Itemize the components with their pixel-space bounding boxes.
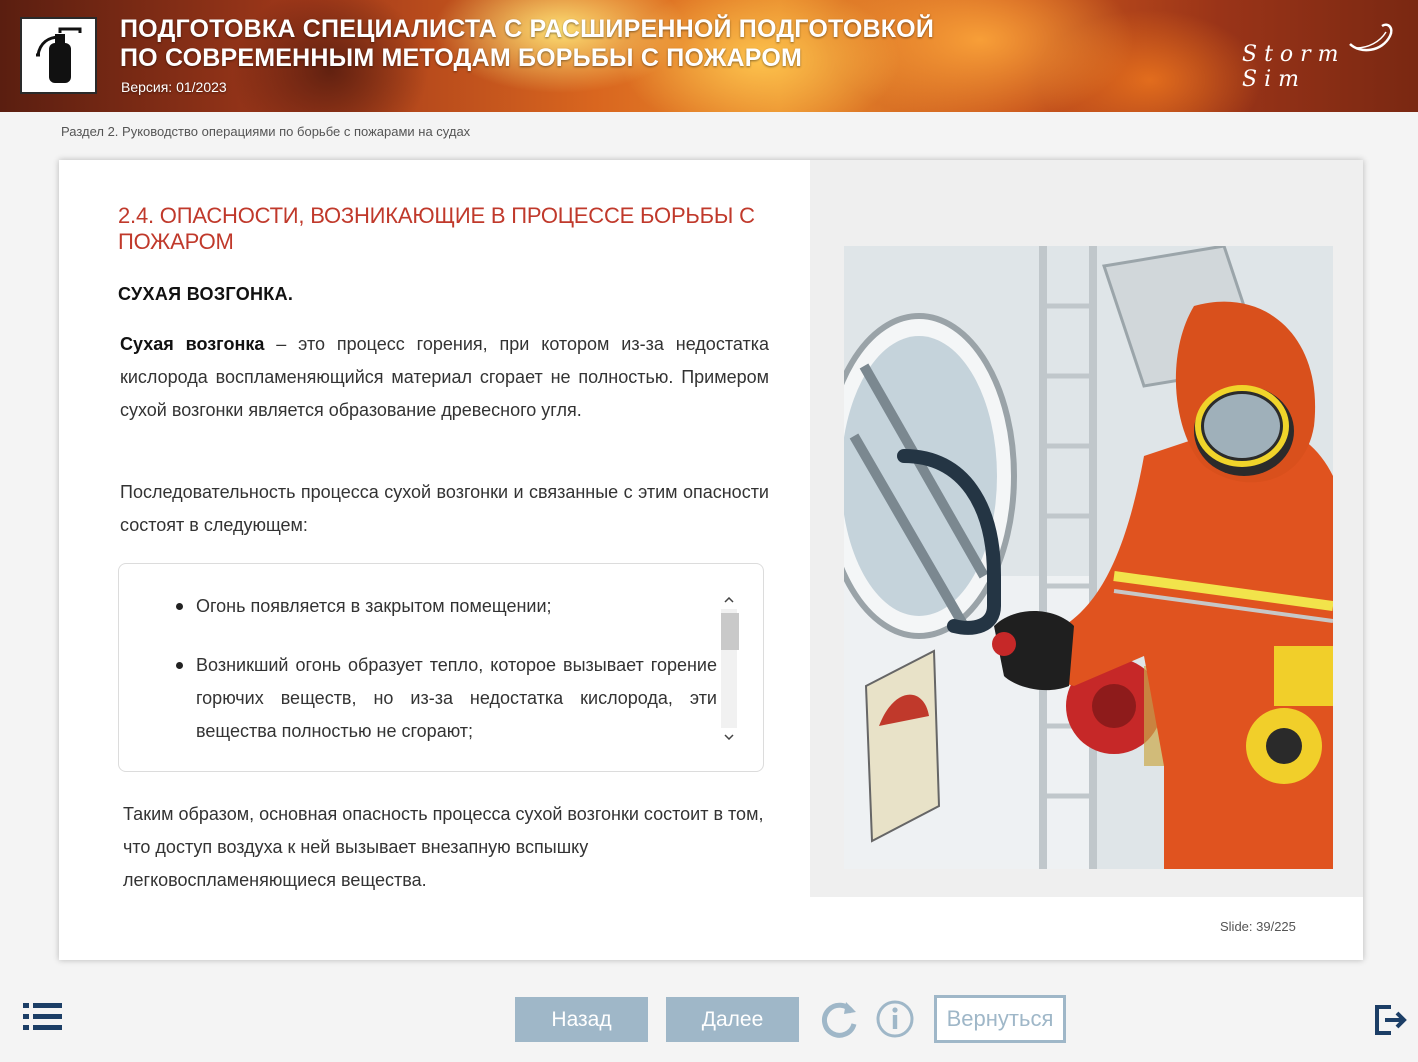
brand-name: Storm Sim	[1242, 42, 1346, 92]
course-title-line1: ПОДГОТОВКА СПЕЦИАЛИСТА С РАСШИРЕННОЙ ПОД…	[120, 15, 934, 43]
breadcrumb: Раздел 2. Руководство операциями по борь…	[61, 124, 471, 139]
return-button-label: Вернуться	[946, 1006, 1054, 1031]
image-panel	[810, 160, 1363, 897]
header-banner: ПОДГОТОВКА СПЕЦИАЛИСТА С РАСШИРЕННОЙ ПОД…	[0, 0, 1418, 112]
reload-icon[interactable]	[818, 998, 860, 1040]
bullet-list-panel[interactable]: Огонь появляется в закрытом помещении; В…	[118, 563, 764, 772]
info-icon[interactable]	[874, 998, 916, 1040]
course-title: ПОДГОТОВКА СПЕЦИАЛИСТА С РАСШИРЕННОЙ ПОД…	[120, 15, 934, 73]
scroll-up-icon[interactable]	[720, 591, 738, 609]
fire-extinguisher-icon	[20, 17, 97, 94]
exit-icon[interactable]	[1373, 1003, 1407, 1037]
firefighter-photo	[844, 246, 1333, 869]
definition-paragraph: Сухая возгонка – это процесс горения, пр…	[120, 328, 769, 427]
return-button[interactable]: Вернуться	[934, 995, 1066, 1043]
slide-card: 2.4. ОПАСНОСТИ, ВОЗНИКАЮЩИЕ В ПРОЦЕССЕ Б…	[59, 160, 1363, 960]
bullet-list: Огонь появляется в закрытом помещении; В…	[119, 564, 719, 771]
sequence-intro-paragraph: Последовательность процесса сухой возгон…	[120, 482, 769, 535]
list-item: Огонь появляется в закрытом помещении;	[176, 590, 717, 623]
slide-counter: Slide: 39/225	[1220, 919, 1296, 934]
menu-list-icon[interactable]	[22, 1002, 64, 1032]
subheading: СУХАЯ ВОЗГОНКА.	[118, 284, 294, 304]
back-button[interactable]: Назад	[515, 997, 648, 1042]
version-label: Версия: 01/2023	[121, 79, 227, 95]
term: Сухая возгонка	[120, 334, 265, 354]
course-title-line2: ПО СОВРЕМЕННЫМ МЕТОДАМ БОРЬБЫ С ПОЖАРОМ	[120, 44, 802, 72]
next-button[interactable]: Далее	[666, 997, 799, 1042]
scroll-thumb[interactable]	[721, 613, 739, 650]
scrollbar[interactable]	[720, 591, 739, 746]
conclusion-paragraph: Таким образом, основная опасность процес…	[123, 804, 764, 890]
scroll-down-icon[interactable]	[720, 728, 738, 746]
storm-sim-logo: Storm Sim	[1242, 18, 1402, 98]
section-title: 2.4. ОПАСНОСТИ, ВОЗНИКАЮЩИЕ В ПРОЦЕССЕ Б…	[118, 203, 755, 254]
list-item: Возникший огонь образует тепло, которое …	[176, 649, 717, 748]
